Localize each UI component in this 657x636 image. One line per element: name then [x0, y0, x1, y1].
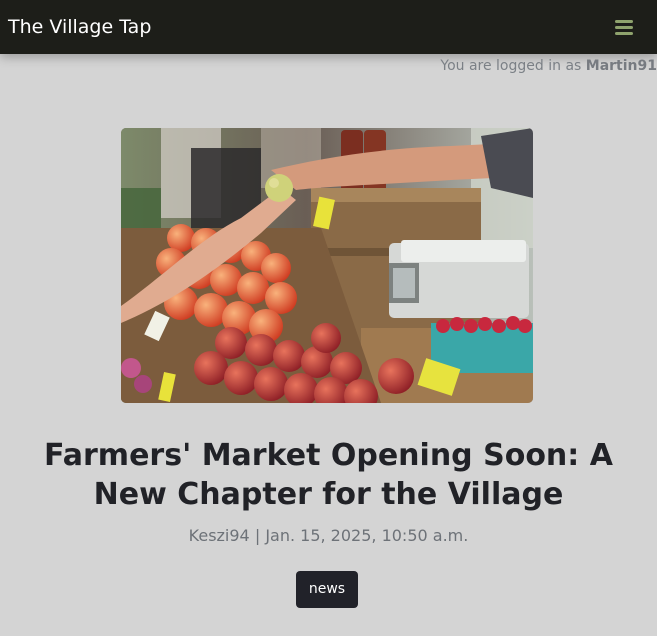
article-hero-image [121, 128, 533, 403]
article-title: Farmers' Market Opening Soon: A New Chap… [44, 438, 613, 512]
top-navbar: The Village Tap [0, 0, 657, 54]
menu-toggle-button[interactable] [607, 12, 641, 42]
article-date: Jan. 15, 2025, 10:50 a.m. [265, 526, 469, 545]
login-status: You are logged in as Martin91 [440, 58, 657, 74]
article-author: Keszi94 [188, 526, 250, 545]
article-meta: Keszi94 | Jan. 15, 2025, 10:50 a.m. [0, 526, 657, 545]
login-status-prefix: You are logged in as [440, 58, 582, 74]
username-link[interactable]: Martin91 [586, 58, 657, 74]
meta-separator: | [254, 526, 261, 545]
farmers-market-produce-photo [121, 128, 533, 403]
site-brand-link[interactable]: The Village Tap [8, 0, 151, 54]
category-tag-news[interactable]: news [296, 571, 358, 608]
